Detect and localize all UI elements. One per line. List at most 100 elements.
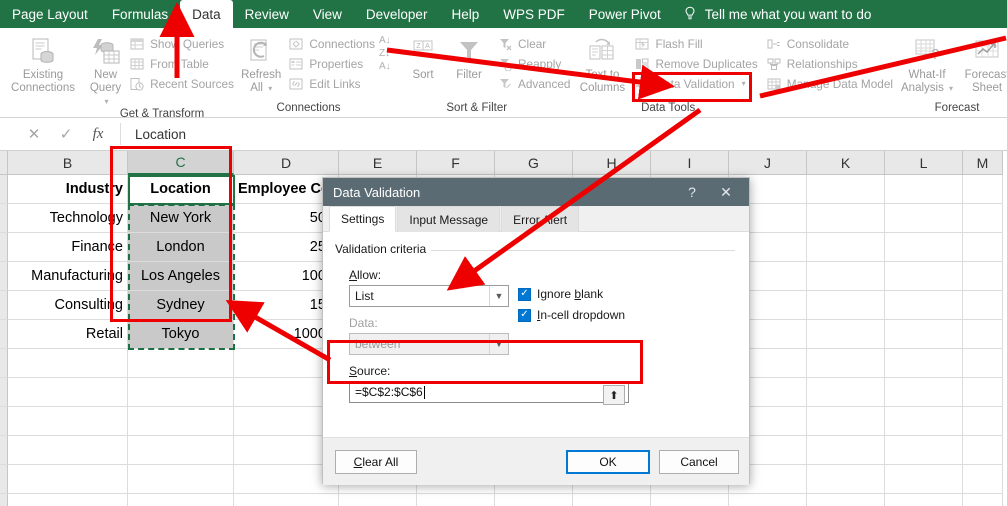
recent-sources-button[interactable]: Recent Sources (125, 74, 238, 93)
reapply-filter-button[interactable]: Reapply (493, 54, 574, 73)
row-lead[interactable] (0, 175, 8, 204)
cell-m11[interactable] (963, 465, 1003, 494)
advanced-filter-button[interactable]: Advanced (493, 74, 574, 93)
cell-l9[interactable] (885, 407, 963, 436)
cell-k11[interactable] (807, 465, 885, 494)
edit-links-button[interactable]: Edit Links (284, 74, 379, 93)
ribbon-tab-view[interactable]: View (301, 0, 354, 28)
ribbon-tab-developer[interactable]: Developer (354, 0, 440, 28)
cell-c1[interactable]: Location (128, 175, 234, 204)
cell-k2[interactable] (807, 204, 885, 233)
chevron-down-icon[interactable]: ▼ (489, 334, 508, 354)
cell-k6[interactable] (807, 320, 885, 349)
column-header-g[interactable]: G (495, 151, 573, 175)
formula-input[interactable]: Location (127, 118, 1007, 150)
row-lead[interactable] (0, 320, 8, 349)
cell-c12[interactable] (128, 494, 234, 506)
cell-l6[interactable] (885, 320, 963, 349)
cell-c9[interactable] (128, 407, 234, 436)
row-lead[interactable] (0, 262, 8, 291)
cell-c3[interactable]: London (128, 233, 234, 262)
row-lead[interactable] (0, 465, 8, 494)
refresh-all-button[interactable]: Refresh All ▾ (238, 33, 284, 95)
cell-k10[interactable] (807, 436, 885, 465)
clear-filter-button[interactable]: Clear (493, 34, 574, 53)
data-dropdown[interactable]: between ▼ (349, 333, 509, 355)
cell-i12[interactable] (651, 494, 729, 506)
cell-b6[interactable]: Retail (8, 320, 128, 349)
text-to-columns-button[interactable]: Text to Columns (574, 33, 630, 95)
cell-m3[interactable] (963, 233, 1003, 262)
cell-l7[interactable] (885, 349, 963, 378)
cell-m9[interactable] (963, 407, 1003, 436)
chevron-down-icon[interactable]: ▾ (742, 79, 746, 88)
cell-l5[interactable] (885, 291, 963, 320)
cell-l10[interactable] (885, 436, 963, 465)
data-validation-button[interactable]: Data Validation ▾ (630, 74, 761, 93)
row-lead[interactable] (0, 407, 8, 436)
ribbon-tab-wps-pdf[interactable]: WPS PDF (491, 0, 577, 28)
cell-c5[interactable]: Sydney (128, 291, 234, 320)
ribbon-tab-page-layout[interactable]: Page Layout (0, 0, 100, 28)
ignore-blank-row[interactable]: ✓ Ignore blank (518, 287, 625, 301)
tab-error-alert[interactable]: Error Alert (501, 206, 580, 232)
cell-b7[interactable] (8, 349, 128, 378)
grid-corner[interactable] (0, 151, 8, 175)
ribbon-tab-help[interactable]: Help (439, 0, 491, 28)
confirm-check-icon[interactable]: ✓ (50, 125, 82, 143)
show-queries-button[interactable]: Show Queries (125, 34, 238, 53)
cell-b9[interactable] (8, 407, 128, 436)
name-box[interactable] (0, 118, 14, 150)
sort-az-icon[interactable]: A↓ (379, 35, 401, 46)
clear-all-button[interactable]: Clear All (335, 450, 417, 474)
column-header-f[interactable]: F (417, 151, 495, 175)
existing-connections-button[interactable]: Existing Connections (0, 33, 86, 95)
cell-g12[interactable] (495, 494, 573, 506)
what-if-analysis-button[interactable]: ? What-If Analysis ▾ (897, 33, 957, 95)
cell-k12[interactable] (807, 494, 885, 506)
remove-duplicates-button[interactable]: Remove Duplicates (630, 54, 761, 73)
column-header-h[interactable]: H (573, 151, 651, 175)
column-header-i[interactable]: I (651, 151, 729, 175)
cell-c7[interactable] (128, 349, 234, 378)
cell-m12[interactable] (963, 494, 1003, 506)
column-header-b[interactable]: B (8, 151, 128, 175)
ribbon-tab-formulas[interactable]: Formulas (100, 0, 180, 28)
cell-l1[interactable] (885, 175, 963, 204)
cell-f12[interactable] (417, 494, 495, 506)
ribbon-tab-review[interactable]: Review (233, 0, 301, 28)
cell-b5[interactable]: Consulting (8, 291, 128, 320)
column-header-l[interactable]: L (885, 151, 963, 175)
column-header-m[interactable]: M (963, 151, 1003, 175)
from-table-button[interactable]: From Table (125, 54, 238, 73)
cell-m2[interactable] (963, 204, 1003, 233)
tab-input-message[interactable]: Input Message (397, 206, 501, 232)
sort-button[interactable]: ZA Sort (401, 33, 445, 82)
cell-b2[interactable]: Technology (8, 204, 128, 233)
cell-k1[interactable] (807, 175, 885, 204)
cancel-button[interactable]: Cancel (659, 450, 739, 474)
help-icon[interactable]: ? (675, 184, 709, 200)
tab-settings[interactable]: Settings (329, 206, 397, 232)
cell-h12[interactable] (573, 494, 651, 506)
cell-l4[interactable] (885, 262, 963, 291)
ribbon-tab-power-pivot[interactable]: Power Pivot (577, 0, 673, 28)
cell-d12[interactable] (234, 494, 339, 506)
close-icon[interactable]: ✕ (709, 184, 743, 201)
in-cell-dropdown-row[interactable]: ✓ In-cell dropdown (518, 308, 625, 322)
column-header-d[interactable]: D (234, 151, 339, 175)
cell-k8[interactable] (807, 378, 885, 407)
cell-m7[interactable] (963, 349, 1003, 378)
cell-j12[interactable] (729, 494, 807, 506)
cell-l3[interactable] (885, 233, 963, 262)
cell-m4[interactable] (963, 262, 1003, 291)
cell-b10[interactable] (8, 436, 128, 465)
properties-button[interactable]: Properties (284, 54, 379, 73)
cell-k9[interactable] (807, 407, 885, 436)
cell-m10[interactable] (963, 436, 1003, 465)
cell-c8[interactable] (128, 378, 234, 407)
insert-function-icon[interactable]: fx (82, 126, 114, 143)
column-header-c[interactable]: C (128, 151, 234, 175)
cell-k5[interactable] (807, 291, 885, 320)
column-header-j[interactable]: J (729, 151, 807, 175)
